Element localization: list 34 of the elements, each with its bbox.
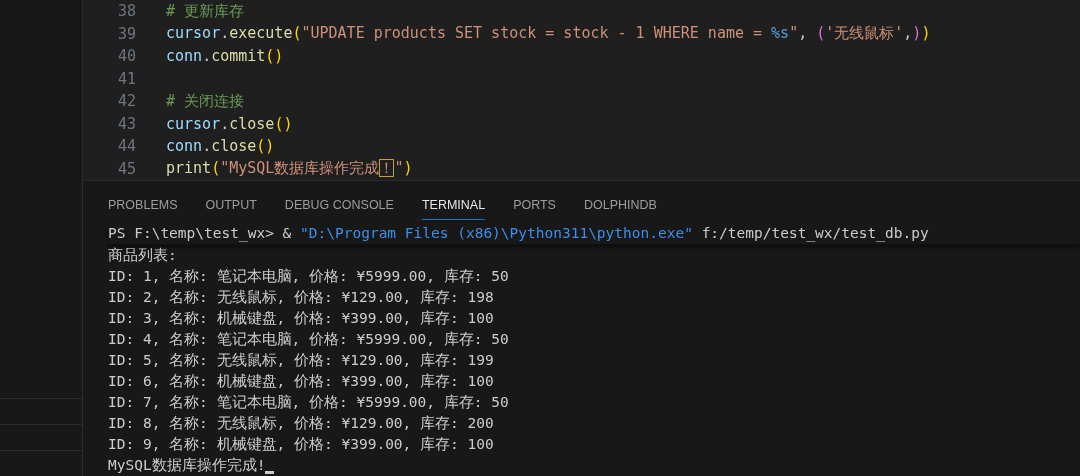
panel-tab[interactable]: TERMINAL: [421, 186, 486, 220]
terminal-command: PS F:\temp\test_wx> & "D:\Program Files (x86)\Python311\python.exe" f:/temp/test_wx/test_db.py: [108, 225, 929, 241]
terminal-output-line: ID: 9, 名称: 机械键盘, 价格: ¥399.00, 库存: 100: [108, 436, 494, 452]
line-number: 40: [116, 47, 136, 66]
code-line: conn.commit(): [166, 47, 284, 66]
cursor-icon: [265, 471, 275, 474]
line-number: 41: [116, 69, 136, 88]
line-number: 38: [116, 2, 136, 21]
terminal-output-line: ID: 5, 名称: 无线鼠标, 价格: ¥129.00, 库存: 199: [108, 352, 494, 368]
line-number: 43: [116, 114, 136, 133]
terminal-output-line: ID: 8, 名称: 无线鼠标, 价格: ¥129.00, 库存: 200: [108, 415, 494, 431]
terminal-output-line: ID: 1, 名称: 笔记本电脑, 价格: ¥5999.00, 库存: 50: [108, 268, 509, 284]
terminal-output-line: ID: 4, 名称: 笔记本电脑, 价格: ¥5999.00, 库存: 50: [108, 331, 509, 347]
line-number: 42: [116, 92, 136, 111]
line-number: 44: [116, 137, 136, 156]
terminal-output-line: 商品列表:: [108, 247, 177, 263]
panel-tab[interactable]: PROBLEMS: [108, 186, 178, 220]
terminal-output-line: ID: 7, 名称: 笔记本电脑, 价格: ¥5999.00, 库存: 50: [108, 394, 509, 410]
code-line: cursor.close(): [166, 114, 293, 133]
code-line: # 更新库存: [166, 1, 245, 21]
terminal-output-line: ID: 3, 名称: 机械键盘, 价格: ¥399.00, 库存: 100: [108, 310, 494, 326]
panel-tab[interactable]: DOLPHINDB: [583, 186, 657, 220]
line-number: 45: [116, 159, 136, 178]
panel-tab[interactable]: OUTPUT: [205, 186, 257, 220]
line-number: 39: [116, 24, 136, 43]
panel-tab[interactable]: DEBUG CONSOLE: [284, 186, 394, 220]
panel-tab[interactable]: PORTS: [513, 186, 556, 220]
code-line: print("MySQL数据库操作完成！"): [166, 159, 413, 179]
code-line: conn.close(): [166, 137, 275, 156]
terminal-output-line: ID: 2, 名称: 无线鼠标, 价格: ¥129.00, 库存: 198: [108, 289, 494, 305]
terminal-output-line: MySQL数据库操作完成!: [108, 456, 266, 475]
terminal-output-line: ID: 6, 名称: 机械键盘, 价格: ¥399.00, 库存: 100: [108, 373, 494, 389]
code-line: cursor.execute("UPDATE products SET stock = stock - 1 WHERE name = %s", ('无线鼠标',)): [166, 24, 931, 44]
code-line: # 关闭连接: [166, 91, 245, 111]
